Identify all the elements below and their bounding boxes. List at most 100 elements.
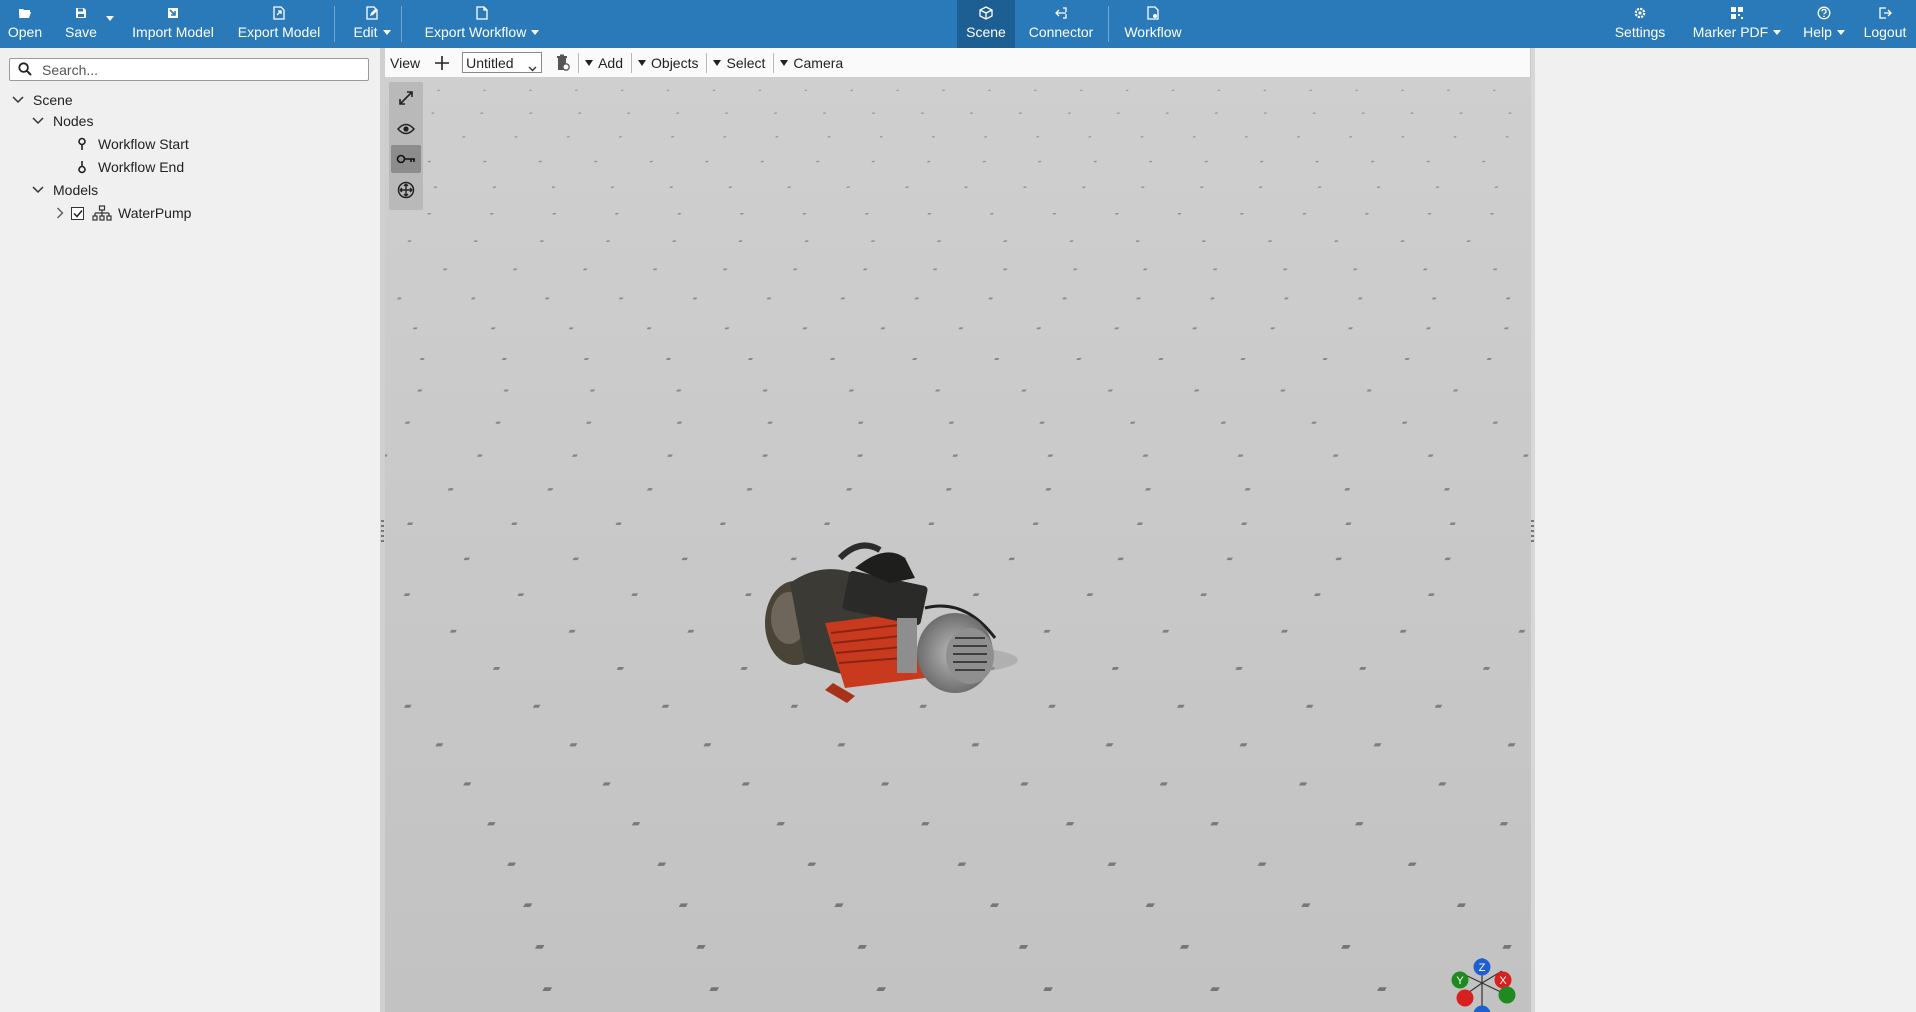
- qr-pdf-icon: [1729, 5, 1745, 21]
- viewport-toolbar: View Untitled Add Objects Select Camera: [385, 48, 1530, 78]
- select-menu[interactable]: Select: [713, 55, 765, 71]
- delete-view-button[interactable]: [556, 54, 570, 72]
- logout-button[interactable]: Logout: [1860, 0, 1910, 48]
- export-file-icon: [271, 5, 287, 21]
- tree-item-label: Workflow End: [98, 159, 185, 175]
- floppy-icon: [73, 5, 89, 21]
- add-menu-label: Add: [598, 54, 624, 71]
- key-icon: [396, 154, 415, 164]
- edit-menu-button[interactable]: Edit: [348, 0, 396, 48]
- chevron-down-icon: [1773, 29, 1782, 35]
- chevron-down-icon: [1836, 29, 1845, 35]
- search-box: [9, 58, 369, 81]
- plus-icon: [435, 55, 450, 70]
- tree-item-nodes[interactable]: Nodes: [31, 111, 93, 131]
- tree-item-label: Nodes: [53, 113, 94, 129]
- main-toolbar: Open Save Import Model Export Model Edit…: [0, 0, 1916, 48]
- settings-button[interactable]: Settings: [1610, 0, 1670, 48]
- search-input[interactable]: [42, 61, 362, 78]
- axis-y-label: Y: [1456, 975, 1464, 987]
- chevron-down-icon[interactable]: [31, 183, 45, 197]
- floor-plane: [385, 78, 1535, 1012]
- tree-item-label: Scene: [33, 92, 73, 108]
- export-model-button[interactable]: Export Model: [234, 0, 324, 48]
- tree-item-waterpump[interactable]: WaterPump: [53, 203, 191, 223]
- tree-item-models[interactable]: Models: [31, 180, 98, 200]
- cube-icon: [978, 5, 994, 21]
- tree-item-label: Models: [53, 182, 99, 198]
- import-cube-icon: [165, 5, 181, 21]
- marker-pdf-menu-button[interactable]: Marker PDF: [1692, 0, 1782, 48]
- tab-workflow[interactable]: Workflow: [1118, 0, 1188, 48]
- workflow-file-icon: [1145, 5, 1161, 21]
- objects-menu-label: Objects: [651, 54, 699, 71]
- tree-item-workflow-end[interactable]: Workflow End: [76, 157, 184, 177]
- objects-menu[interactable]: Objects: [638, 55, 698, 71]
- scene-viewport[interactable]: View Untitled Add Objects Select Camera …: [385, 48, 1535, 1012]
- visibility-checkbox[interactable]: [71, 206, 84, 220]
- camera-view-select[interactable]: Untitled: [462, 52, 543, 75]
- scene-canvas[interactable]: Z Y X: [385, 78, 1535, 1012]
- tree-item-label: Workflow Start: [98, 136, 189, 152]
- axis-z-label: Z: [1479, 962, 1486, 974]
- eye-icon: [397, 123, 415, 135]
- properties-panel: [1535, 48, 1916, 1012]
- help-circle-icon: [1816, 5, 1832, 21]
- camera-view-select-value: Untitled: [466, 54, 514, 71]
- visibility-tool-button[interactable]: [391, 115, 421, 143]
- export-workflow-label: Export Workflow: [424, 24, 527, 40]
- save-button[interactable]: Save: [60, 0, 102, 48]
- chevron-down-icon: [585, 59, 594, 66]
- view-label: View: [390, 54, 421, 71]
- open-button[interactable]: Open: [6, 0, 44, 48]
- fullscreen-button[interactable]: [391, 84, 421, 112]
- export-workflow-menu-button[interactable]: Export Workflow: [418, 0, 546, 48]
- logout-icon: [1877, 5, 1893, 21]
- tab-connector[interactable]: Connector: [1018, 0, 1104, 48]
- search-icon: [18, 62, 32, 79]
- splitter-grip: [381, 520, 384, 542]
- file-icon: [474, 5, 490, 21]
- toolbar-divider: [578, 52, 580, 73]
- scene-tree-panel: Scene Nodes Workflow Start Workflow End …: [0, 48, 380, 1012]
- tree-item-scene[interactable]: Scene: [11, 90, 73, 110]
- marker-pdf-label: Marker PDF: [1692, 24, 1769, 40]
- chevron-down-icon: [531, 29, 540, 35]
- tree-item-workflow-start[interactable]: Workflow Start: [76, 134, 189, 154]
- chevron-down-icon: [713, 59, 722, 66]
- toolbar-divider: [706, 52, 708, 73]
- save-dropdown-button[interactable]: [103, 0, 117, 48]
- gear-icon: [1632, 5, 1648, 21]
- chevron-right-icon[interactable]: [53, 206, 67, 220]
- help-menu-button[interactable]: Help: [1800, 0, 1848, 48]
- axis-neg-y-handle[interactable]: [1498, 986, 1516, 1004]
- chevron-down-icon: [382, 29, 391, 35]
- chevron-down-icon: [780, 59, 789, 66]
- splitter-grip: [1531, 520, 1534, 542]
- connector-icon: [1053, 5, 1069, 21]
- toolbar-divider: [401, 6, 402, 42]
- axis-x-label: X: [1499, 975, 1507, 987]
- orbit-tool-button[interactable]: [391, 145, 421, 173]
- tab-scene[interactable]: Scene: [957, 0, 1015, 48]
- pin-icon: [76, 137, 88, 151]
- chevron-down-icon[interactable]: [31, 114, 45, 128]
- viewport-side-tools: [389, 82, 423, 210]
- chevron-down-icon[interactable]: [11, 93, 25, 107]
- camera-menu-label: Camera: [793, 54, 844, 71]
- edit-label: Edit: [353, 24, 378, 40]
- import-model-button[interactable]: Import Model: [128, 0, 218, 48]
- camera-menu[interactable]: Camera: [780, 55, 843, 71]
- toolbar-divider: [773, 52, 775, 73]
- add-menu[interactable]: Add: [585, 55, 623, 71]
- chevron-down-icon: [528, 59, 537, 75]
- move-tool-button[interactable]: [391, 176, 421, 204]
- end-pin-icon: [76, 160, 88, 174]
- add-view-button[interactable]: [434, 55, 450, 71]
- toolbar-divider: [631, 52, 633, 73]
- toolbar-divider: [1108, 6, 1109, 42]
- toolbar-divider: [334, 6, 335, 42]
- chevron-down-icon: [106, 16, 114, 21]
- folder-open-icon: [17, 5, 33, 21]
- axis-neg-x-handle[interactable]: [1456, 989, 1474, 1007]
